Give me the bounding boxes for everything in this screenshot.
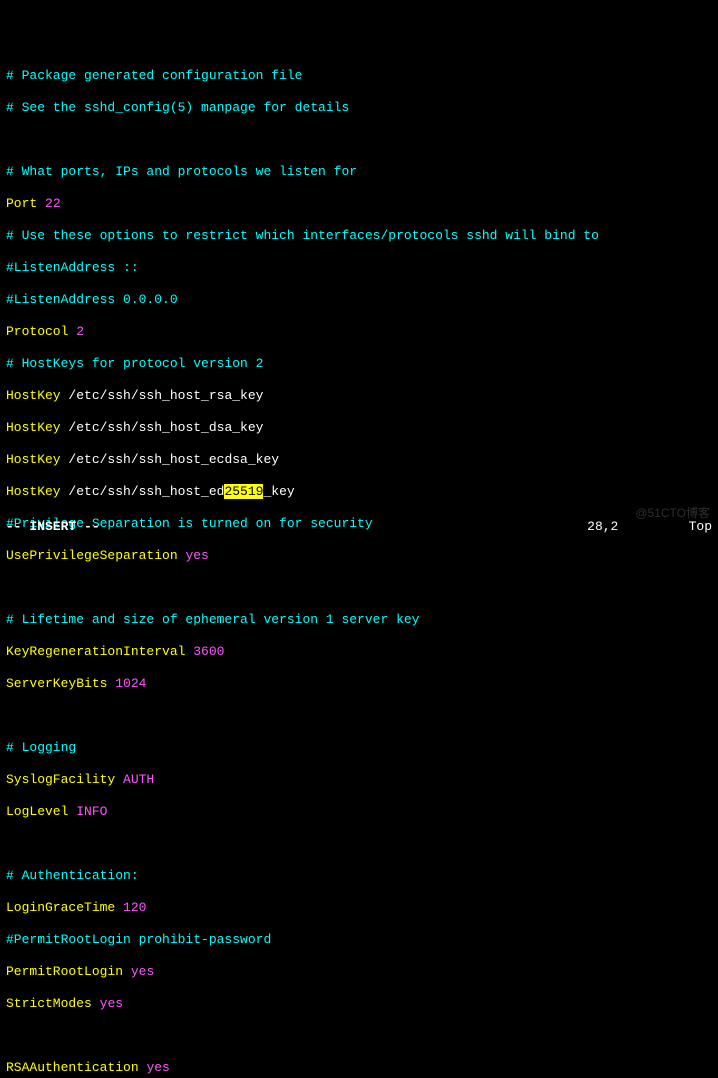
config-rsaauth[interactable]: RSAAuthentication yes (6, 1060, 712, 1076)
config-protocol[interactable]: Protocol 2 (6, 324, 712, 340)
config-listenaddress: #ListenAddress 0.0.0.0 (6, 292, 712, 308)
comment-line: # Use these options to restrict which in… (6, 228, 712, 244)
config-permitrootlogin[interactable]: PermitRootLogin yes (6, 964, 712, 980)
config-permitrootlogin-comment: #PermitRootLogin prohibit-password (6, 932, 712, 948)
blank-line (6, 132, 712, 148)
comment-line: # Lifetime and size of ephemeral version… (6, 612, 712, 628)
watermark: @51CTO博客 (635, 505, 710, 521)
comment-line: # Logging (6, 740, 712, 756)
comment-line: # Package generated configuration file (6, 68, 712, 84)
config-serverkeybits[interactable]: ServerKeyBits 1024 (6, 676, 712, 692)
config-useprivsep[interactable]: UsePrivilegeSeparation yes (6, 548, 712, 564)
comment-line: # See the sshd_config(5) manpage for det… (6, 100, 712, 116)
search-highlight: 25519 (224, 484, 263, 499)
config-strictmodes[interactable]: StrictModes yes (6, 996, 712, 1012)
comment-line: # HostKeys for protocol version 2 (6, 356, 712, 372)
config-logingracetime[interactable]: LoginGraceTime 120 (6, 900, 712, 916)
blank-line (6, 1028, 712, 1044)
config-hostkey[interactable]: HostKey /etc/ssh/ssh_host_ed25519_key (6, 484, 712, 500)
config-syslogfacility[interactable]: SyslogFacility AUTH (6, 772, 712, 788)
config-loglevel[interactable]: LogLevel INFO (6, 804, 712, 820)
config-listenaddress: #ListenAddress :: (6, 260, 712, 276)
config-keyregen[interactable]: KeyRegenerationInterval 3600 (6, 644, 712, 660)
vim-mode-indicator: -- INSERT -- (6, 519, 100, 535)
blank-line (6, 836, 712, 852)
vim-position-indicator: 28,2 Top (587, 519, 712, 535)
blank-line (6, 580, 712, 596)
config-port[interactable]: Port 22 (6, 196, 712, 212)
config-hostkey[interactable]: HostKey /etc/ssh/ssh_host_dsa_key (6, 420, 712, 436)
config-hostkey[interactable]: HostKey /etc/ssh/ssh_host_ecdsa_key (6, 452, 712, 468)
blank-line (6, 708, 712, 724)
config-hostkey[interactable]: HostKey /etc/ssh/ssh_host_rsa_key (6, 388, 712, 404)
comment-line: # Authentication: (6, 868, 712, 884)
comment-line: # What ports, IPs and protocols we liste… (6, 164, 712, 180)
